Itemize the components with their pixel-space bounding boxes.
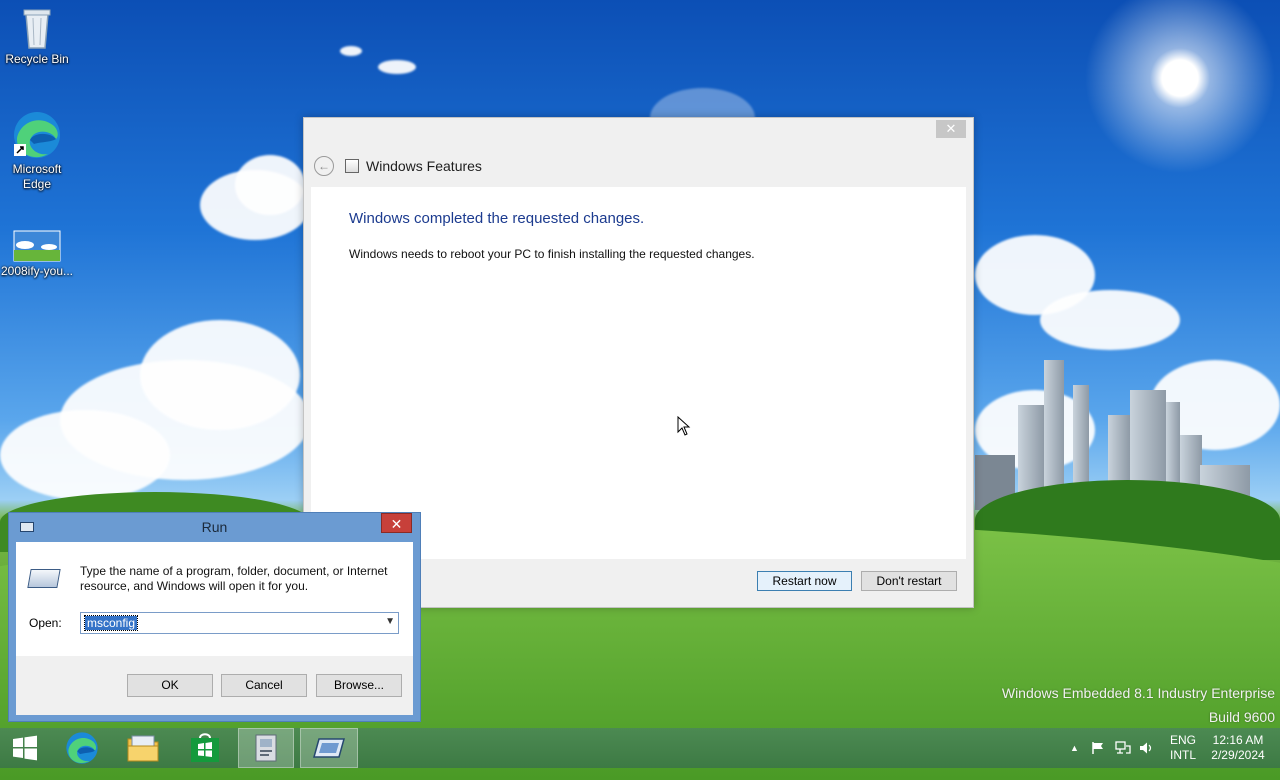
dont-restart-button[interactable]: Don't restart [861, 571, 957, 591]
windows-logo-icon [13, 735, 37, 761]
keyboard-layout: INTL [1169, 748, 1196, 762]
desktop-icon-image-file[interactable]: 2008ify-you... [0, 230, 74, 279]
run-dialog: Run ✕ Type the name of a program, folder… [8, 512, 421, 722]
browse-button[interactable]: Browse... [316, 674, 402, 697]
action-center-flag-icon[interactable] [1091, 741, 1105, 755]
network-icon[interactable] [1115, 741, 1131, 755]
run-dialog-title: Run [201, 519, 228, 535]
run-dialog-content: Type the name of a program, folder, docu… [16, 542, 413, 656]
volume-icon[interactable] [1139, 741, 1153, 755]
show-hidden-icons-chevron-icon[interactable]: ▲ [1070, 743, 1079, 753]
edge-icon [66, 732, 98, 764]
ok-button[interactable]: OK [127, 674, 213, 697]
run-icon [313, 738, 345, 758]
windows-features-close-button[interactable]: ✕ [936, 120, 966, 138]
chevron-down-icon[interactable]: ▼ [385, 616, 395, 627]
clock-time: 12:16 AM [1212, 733, 1264, 747]
store-icon [191, 733, 219, 762]
desktop-icon-label: Microsoft Edge [12, 162, 62, 191]
windows-features-app-icon [345, 159, 359, 173]
open-label-text: Open: [29, 616, 62, 630]
clock[interactable]: 12:16 AM 2/29/2024 [1206, 733, 1270, 763]
open-combobox[interactable]: msconfig ▼ [80, 612, 399, 634]
start-button[interactable] [0, 728, 50, 768]
folder-icon [127, 735, 159, 762]
open-label: Open: [29, 616, 62, 630]
taskbar-store[interactable] [177, 728, 233, 768]
taskbar-file-explorer[interactable] [115, 728, 171, 768]
taskbar-windows-features[interactable] [238, 728, 294, 768]
windows-edition-watermark: Windows Embedded 8.1 Industry Enterprise [1001, 685, 1275, 701]
taskbar: ▲ ENG INTL 12:16 AM 2/29/2024 [0, 728, 1280, 768]
run-program-icon [27, 569, 61, 588]
run-close-button[interactable]: ✕ [381, 513, 412, 533]
system-tray: ▲ [1070, 728, 1153, 768]
open-input-value[interactable]: msconfig [83, 615, 139, 631]
run-description: Type the name of a program, folder, docu… [80, 564, 388, 593]
image-file-icon [13, 230, 61, 262]
taskbar-edge[interactable] [54, 728, 110, 768]
windows-features-content: Windows completed the requested changes.… [311, 187, 966, 559]
close-icon: ✕ [945, 121, 957, 136]
close-icon: ✕ [390, 516, 403, 532]
recycle-bin-icon [20, 6, 54, 50]
cancel-button[interactable]: Cancel [221, 674, 307, 697]
restart-now-button[interactable]: Restart now [757, 571, 852, 591]
completion-heading: Windows completed the requested changes. [349, 210, 645, 227]
run-dialog-body: Type the name of a program, folder, docu… [16, 542, 413, 715]
taskbar-run[interactable] [300, 728, 358, 768]
back-arrow-icon[interactable]: ← [314, 156, 334, 176]
windows-features-title: Windows Features [366, 158, 482, 174]
clock-date: 2/29/2024 [1211, 748, 1265, 762]
desktop-icon-label: Recycle Bin [5, 52, 69, 66]
language-code: ENG [1169, 733, 1196, 747]
windows-features-header: ← Windows Features [314, 154, 482, 178]
desktop-icon-label: 2008ify-you... [0, 264, 74, 278]
windows-build-watermark: Build 9600 [1208, 709, 1275, 725]
reboot-message: Windows needs to reboot your PC to finis… [349, 247, 755, 261]
input-language-indicator[interactable]: ENG INTL [1164, 733, 1202, 763]
desktop-icon-edge[interactable]: Microsoft Edge [0, 110, 74, 192]
desktop-icon-recycle-bin[interactable]: Recycle Bin [0, 6, 74, 67]
windows-features-icon [255, 734, 277, 762]
edge-icon [12, 110, 62, 160]
